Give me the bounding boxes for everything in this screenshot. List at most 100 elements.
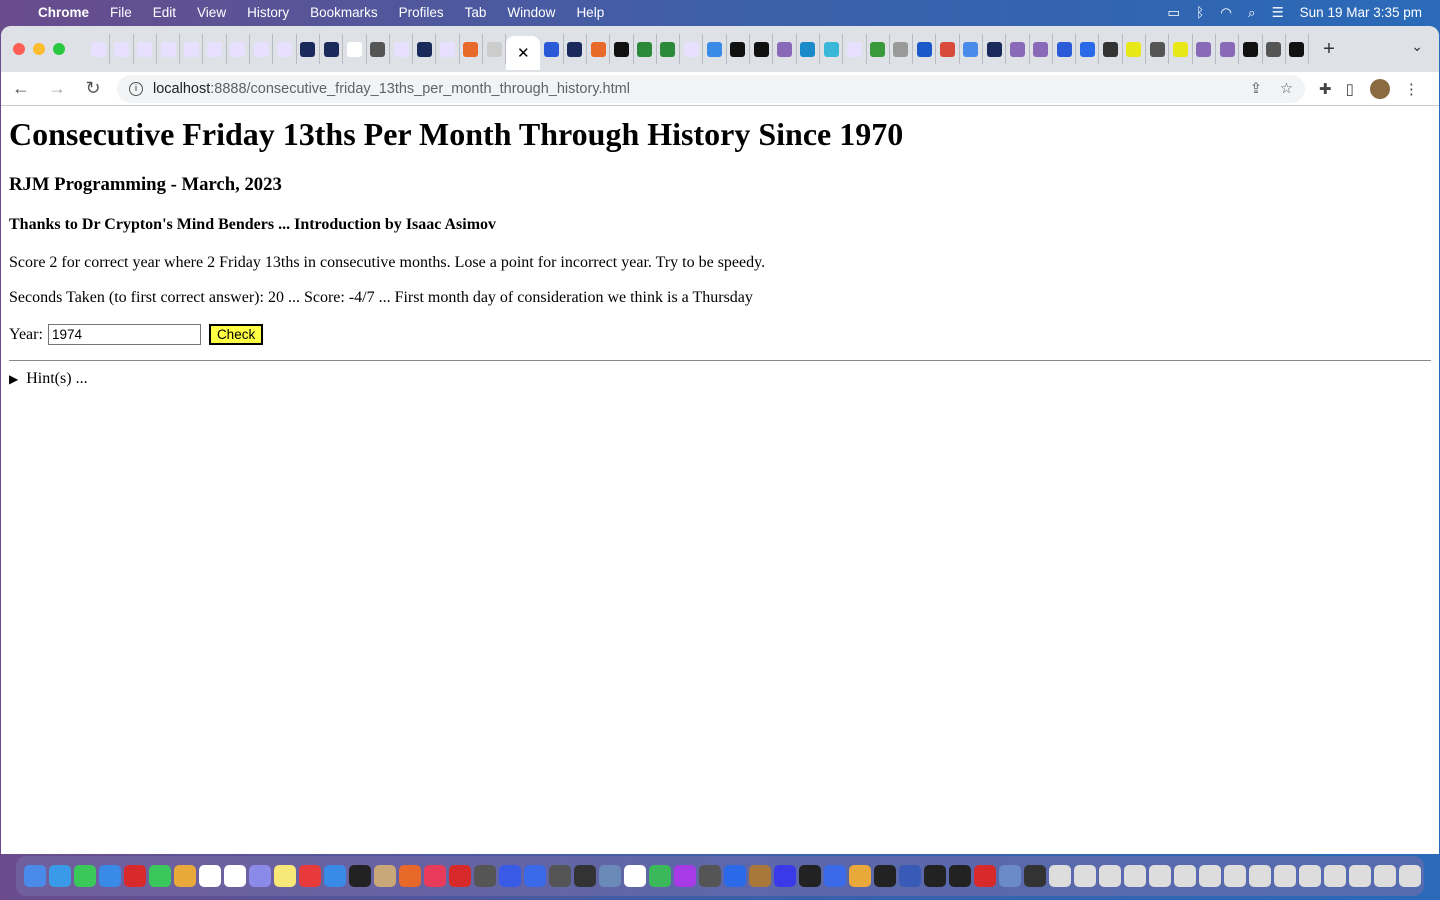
dock-app-icon[interactable]	[724, 865, 746, 887]
dock-app-icon[interactable]	[549, 865, 571, 887]
browser-tab[interactable]	[680, 34, 704, 64]
extensions-icon[interactable]: ✚	[1319, 80, 1332, 98]
browser-tab[interactable]	[610, 34, 634, 64]
browser-tab[interactable]	[1006, 34, 1030, 64]
dock-app-icon[interactable]	[774, 865, 796, 887]
dock-app-icon[interactable]	[1024, 865, 1046, 887]
browser-tab[interactable]	[390, 34, 414, 64]
wifi-icon[interactable]: ◠	[1220, 5, 1232, 21]
browser-tab[interactable]	[960, 34, 983, 64]
menu-window[interactable]: Window	[507, 5, 555, 20]
check-button[interactable]: Check	[208, 324, 264, 345]
maximize-window-button[interactable]	[53, 43, 65, 55]
search-icon[interactable]: ⌕	[1248, 5, 1256, 21]
browser-tab[interactable]	[797, 34, 820, 64]
dock-app-icon[interactable]	[1199, 865, 1221, 887]
more-menu-icon[interactable]: ⋮	[1404, 80, 1419, 98]
dock-app-icon[interactable]	[674, 865, 696, 887]
browser-tab[interactable]	[297, 34, 320, 64]
browser-tab[interactable]	[110, 34, 134, 64]
dock-app-icon[interactable]	[1074, 865, 1096, 887]
browser-tab[interactable]	[227, 34, 251, 64]
browser-tab[interactable]	[134, 34, 157, 64]
dock-app-icon[interactable]	[1049, 865, 1071, 887]
dock-app-icon[interactable]	[599, 865, 621, 887]
browser-tab[interactable]	[1263, 34, 1286, 64]
browser-tab[interactable]	[1030, 34, 1053, 64]
new-tab-button[interactable]: +	[1323, 38, 1335, 61]
dock-app-icon[interactable]	[374, 865, 396, 887]
browser-tab[interactable]	[890, 34, 914, 64]
browser-tab[interactable]	[867, 34, 890, 64]
menu-view[interactable]: View	[197, 5, 226, 20]
dock-app-icon[interactable]	[824, 865, 846, 887]
browser-tab[interactable]	[587, 34, 611, 64]
menu-tab[interactable]: Tab	[465, 5, 487, 20]
browser-tab[interactable]	[634, 34, 657, 64]
side-panel-icon[interactable]: ▯	[1346, 80, 1354, 98]
dock-app-icon[interactable]	[449, 865, 471, 887]
dock-app-icon[interactable]	[1099, 865, 1121, 887]
browser-tab[interactable]	[703, 34, 727, 64]
dock-app-icon[interactable]	[924, 865, 946, 887]
browser-tab[interactable]	[343, 34, 367, 64]
menu-history[interactable]: History	[247, 5, 289, 20]
close-tab-icon[interactable]: ✕	[517, 44, 530, 62]
menu-bookmarks[interactable]: Bookmarks	[310, 5, 378, 20]
browser-tab[interactable]	[564, 34, 587, 64]
dock-app-icon[interactable]	[1299, 865, 1321, 887]
browser-tab[interactable]	[367, 34, 390, 64]
browser-tab[interactable]	[750, 34, 774, 64]
dock-app-icon[interactable]	[74, 865, 96, 887]
dock-app-icon[interactable]	[1324, 865, 1346, 887]
address-bar[interactable]: i localhost:8888/consecutive_friday_13th…	[117, 74, 1305, 103]
dock-app-icon[interactable]	[1249, 865, 1271, 887]
menu-profiles[interactable]: Profiles	[399, 5, 444, 20]
dock-app-icon[interactable]	[49, 865, 71, 887]
dock-app-icon[interactable]	[349, 865, 371, 887]
clock[interactable]: Sun 19 Mar 3:35 pm	[1300, 5, 1422, 20]
browser-tab[interactable]	[727, 34, 751, 64]
menu-file[interactable]: File	[110, 5, 132, 20]
dock-app-icon[interactable]	[424, 865, 446, 887]
dock-app-icon[interactable]	[624, 865, 646, 887]
browser-tab[interactable]	[87, 34, 111, 64]
browser-tab[interactable]	[436, 34, 460, 64]
dock-app-icon[interactable]	[24, 865, 46, 887]
dock-app-icon[interactable]	[999, 865, 1021, 887]
dock-app-icon[interactable]	[1149, 865, 1171, 887]
browser-tab[interactable]	[1076, 34, 1100, 64]
year-input[interactable]	[47, 324, 201, 345]
site-info-icon[interactable]: i	[129, 81, 143, 96]
dock-app-icon[interactable]	[399, 865, 421, 887]
share-icon[interactable]: ⇪	[1250, 81, 1262, 97]
battery-icon[interactable]: ▭	[1167, 5, 1180, 21]
hints-disclosure[interactable]: ▶ Hint(s) ...	[9, 370, 1431, 388]
browser-tab[interactable]	[1239, 34, 1263, 64]
dock-app-icon[interactable]	[699, 865, 721, 887]
bluetooth-icon[interactable]: ᛒ	[1196, 5, 1204, 20]
dock-app-icon[interactable]	[849, 865, 871, 887]
back-button[interactable]: ←	[5, 78, 37, 99]
browser-tab[interactable]	[1123, 34, 1147, 64]
minimize-window-button[interactable]	[33, 43, 45, 55]
reload-button[interactable]: ↻	[77, 78, 109, 99]
dock-app-icon[interactable]	[249, 865, 271, 887]
dock-app-icon[interactable]	[324, 865, 346, 887]
browser-tab[interactable]	[320, 34, 344, 64]
dock-app-icon[interactable]	[299, 865, 321, 887]
browser-tab[interactable]	[843, 34, 867, 64]
browser-tab[interactable]	[273, 34, 297, 64]
dock-app-icon[interactable]	[174, 865, 196, 887]
browser-tab[interactable]	[983, 34, 1007, 64]
close-window-button[interactable]	[13, 43, 25, 55]
browser-tab[interactable]	[1099, 34, 1123, 64]
dock-app-icon[interactable]	[149, 865, 171, 887]
active-tab[interactable]: ✕	[506, 36, 541, 70]
dock-app-icon[interactable]	[574, 865, 596, 887]
dock-app-icon[interactable]	[524, 865, 546, 887]
dock-app-icon[interactable]	[799, 865, 821, 887]
dock-app-icon[interactable]	[899, 865, 921, 887]
dock-app-icon[interactable]	[499, 865, 521, 887]
browser-tab[interactable]	[1053, 34, 1077, 64]
